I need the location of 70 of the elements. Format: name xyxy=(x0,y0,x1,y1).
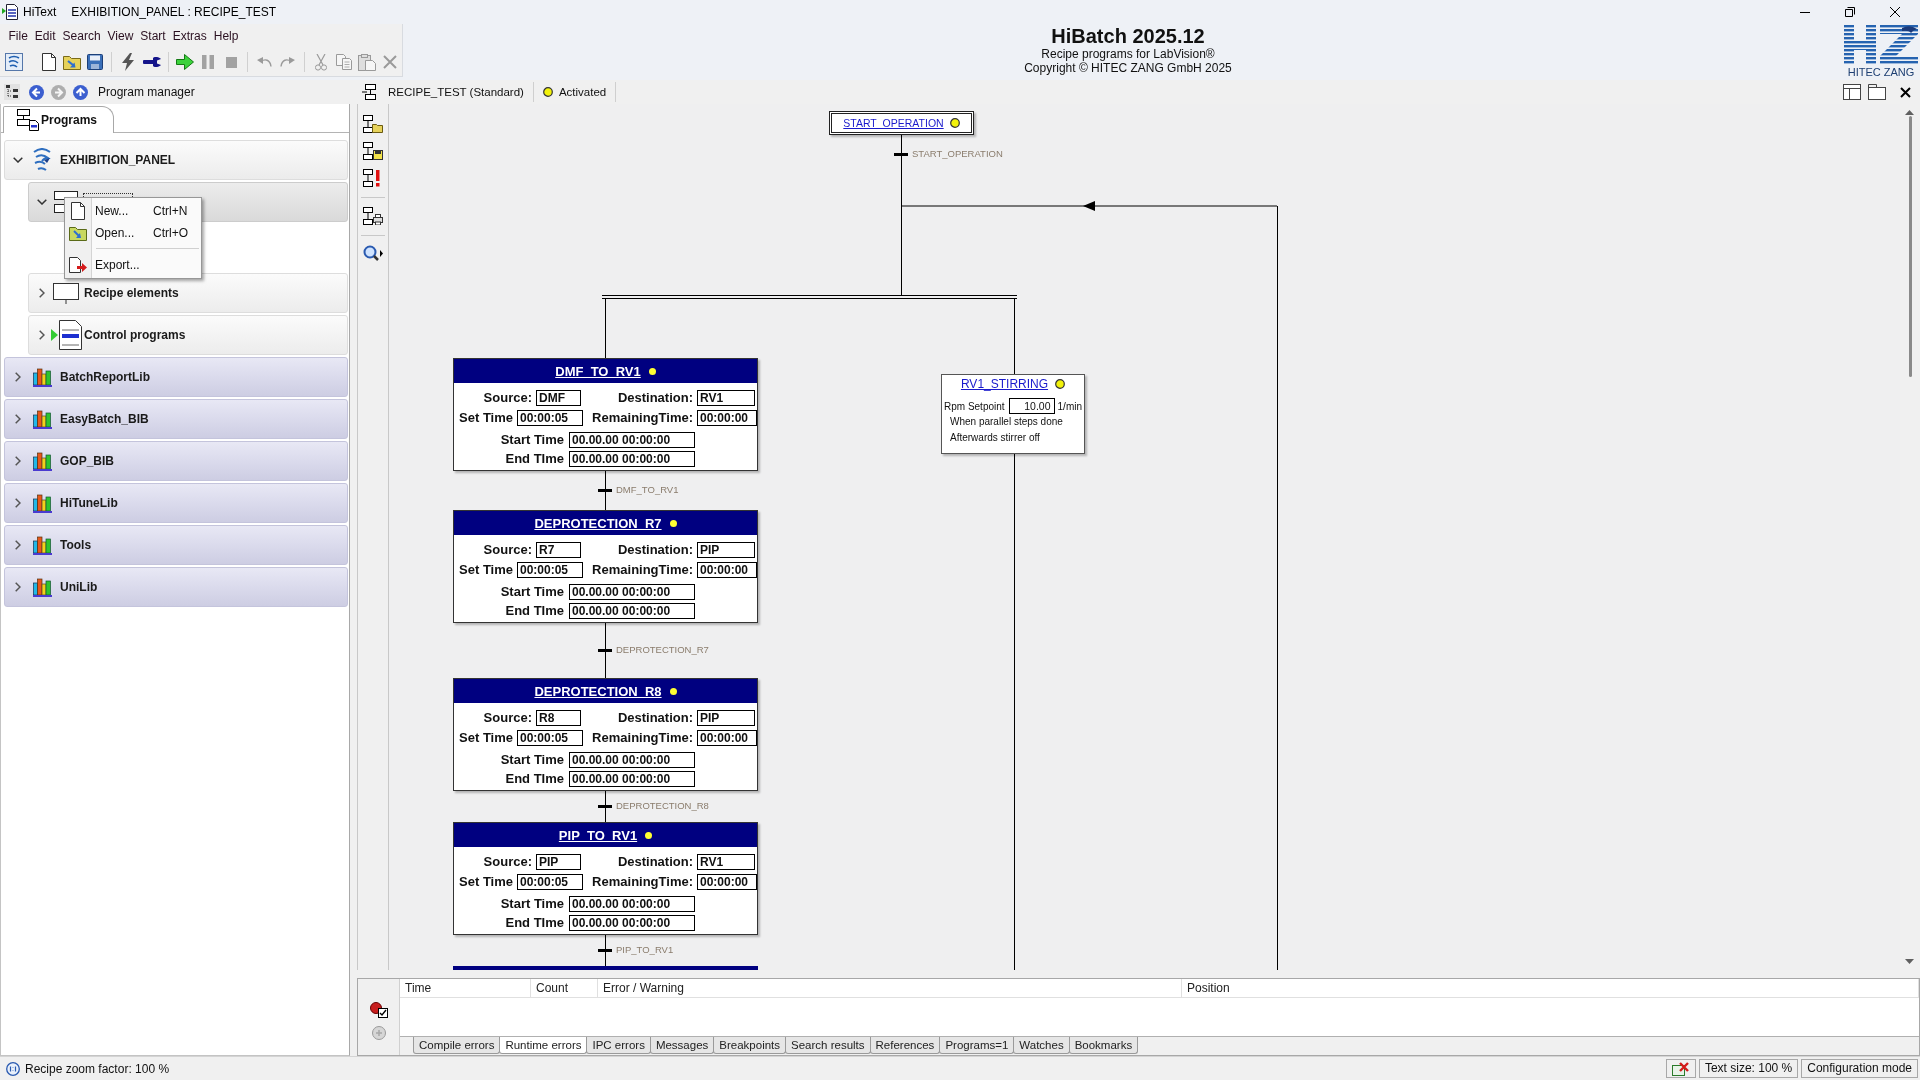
panel-title: Program manager xyxy=(98,85,195,99)
value-field: RV1 xyxy=(697,390,755,406)
field-label: Start Time xyxy=(499,584,564,600)
status-panel: Configuration mode xyxy=(1801,1059,1918,1078)
field-label: End TIme xyxy=(504,915,564,931)
value-field: 00.00.00 00:00:00 xyxy=(569,432,695,448)
field-label: Source: xyxy=(482,710,532,726)
field-label: Destination: xyxy=(616,854,693,870)
copyright-text: Copyright © HITEC ZANG GmbH 2025 xyxy=(1024,61,1232,76)
field-label: Source: xyxy=(482,390,532,406)
field-label: Start Time xyxy=(499,752,564,768)
recipe-title: RECIPE_TEST (Standard) xyxy=(388,86,524,98)
value-field: 00:00:05 xyxy=(517,874,583,890)
field-label: Source: xyxy=(482,854,532,870)
value-field: 00.00.00 00:00:00 xyxy=(569,584,695,600)
step-note: Afterwards stirrer off xyxy=(949,431,1041,445)
transition-label: DEPROTECTION_R7 xyxy=(616,644,709,656)
status-text: Recipe zoom factor: 100 % xyxy=(25,1061,170,1076)
unit-label: 1/min xyxy=(1057,400,1082,412)
value-field: 00.00.00 00:00:00 xyxy=(569,752,695,768)
field-label: Destination: xyxy=(616,390,693,406)
transition-label: DMF_TO_RV1 xyxy=(616,484,679,496)
value-field: 00:00:00 xyxy=(697,562,757,578)
status-panel: Text size: 100 % xyxy=(1698,1059,1799,1078)
field-label: Rpm Setpoint xyxy=(944,400,1005,412)
field-label: End TIme xyxy=(504,603,564,619)
app-name: HiText xyxy=(23,5,57,19)
transition-label: START_OPERATION xyxy=(912,148,1003,160)
value-field: PIP xyxy=(536,854,581,870)
logo-text: HITEC ZANG xyxy=(1847,66,1915,78)
field-label: Start Time xyxy=(499,432,564,448)
field-label: Set Time xyxy=(458,874,513,890)
value-field: 00:00:05 xyxy=(517,410,583,426)
field-label: Set Time xyxy=(458,730,513,746)
value-field: 00.00.00 00:00:00 xyxy=(569,915,695,931)
value-field: PIP xyxy=(697,710,755,726)
value-field: 00:00:00 xyxy=(697,410,757,426)
value-field: R8 xyxy=(536,710,581,726)
app-subtitle: Recipe programs for LabVision® xyxy=(1041,47,1215,61)
window-title: EXHIBITION_PANEL : RECIPE_TEST xyxy=(71,5,277,19)
field-label: Start Time xyxy=(499,896,564,912)
field-label: RemainingTime: xyxy=(591,562,693,578)
value-field: RV1 xyxy=(697,854,755,870)
value-field: 00:00:05 xyxy=(517,562,583,578)
field-label: Set Time xyxy=(458,562,513,578)
app-title: HiBatch 2025.12 xyxy=(1051,25,1205,47)
field-label: End TIme xyxy=(504,451,564,467)
field-label: RemainingTime: xyxy=(591,410,693,426)
value-field: 10.00 xyxy=(1008,398,1055,414)
value-field: 00.00.00 00:00:00 xyxy=(569,771,695,787)
field-label: Destination: xyxy=(616,710,693,726)
value-field: 00.00.00 00:00:00 xyxy=(569,896,695,912)
field-label: Destination: xyxy=(616,542,693,558)
field-label: Source: xyxy=(482,542,532,558)
status-text: Activated xyxy=(558,86,607,98)
value-field: R7 xyxy=(536,542,581,558)
step-note: When parallel steps done xyxy=(949,415,1064,429)
value-field: 00.00.00 00:00:00 xyxy=(569,603,695,619)
value-field: PIP xyxy=(697,542,755,558)
field-label: RemainingTime: xyxy=(591,730,693,746)
transition-label: PIP_TO_RV1 xyxy=(616,944,674,956)
value-field: DMF xyxy=(536,390,581,406)
field-label: RemainingTime: xyxy=(591,874,693,890)
value-field: 00.00.00 00:00:00 xyxy=(569,451,695,467)
value-field: 00:00:00 xyxy=(697,730,757,746)
value-field: 00:00:05 xyxy=(517,730,583,746)
value-field: 00:00:00 xyxy=(697,874,757,890)
field-label: End TIme xyxy=(504,771,564,787)
field-label: Set Time xyxy=(458,410,513,426)
transition-label: DEPROTECTION_R8 xyxy=(616,800,709,812)
